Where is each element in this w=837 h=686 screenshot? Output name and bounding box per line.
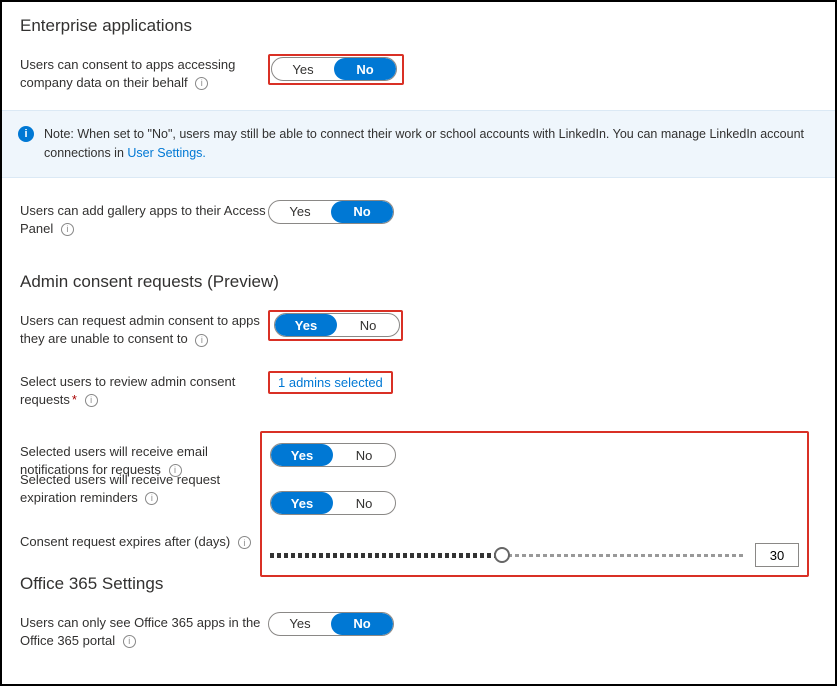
highlight-admins-selected: 1 admins selected	[268, 371, 393, 394]
toggle-o365-apps[interactable]: Yes No	[268, 612, 394, 636]
highlight-request-toggle: Yes No	[268, 310, 403, 341]
toggle-yes[interactable]: Yes	[271, 444, 333, 466]
info-icon[interactable]: i	[123, 635, 136, 648]
section-enterprise-title: Enterprise applications	[20, 16, 817, 36]
highlight-consent-toggle: Yes No	[268, 54, 404, 85]
toggle-yes[interactable]: Yes	[275, 314, 337, 336]
expire-days-slider[interactable]	[270, 547, 743, 563]
toggle-email-notify[interactable]: Yes No	[270, 443, 396, 467]
label-add-gallery: Users can add gallery apps to their Acce…	[20, 200, 268, 238]
admins-selected-link[interactable]: 1 admins selected	[278, 375, 383, 390]
row-add-gallery: Users can add gallery apps to their Acce…	[20, 200, 817, 238]
row-request-admin: Users can request admin consent to apps …	[20, 310, 817, 348]
required-asterisk: *	[72, 392, 77, 407]
label-request-admin: Users can request admin consent to apps …	[20, 310, 268, 348]
expire-days-slider-wrap	[270, 543, 799, 567]
toggle-yes[interactable]: Yes	[272, 58, 334, 80]
highlight-settings-group: Yes No Yes No	[260, 431, 809, 577]
info-icon[interactable]: i	[195, 77, 208, 90]
toggle-consent-apps[interactable]: Yes No	[271, 57, 397, 81]
row-select-reviewers: Select users to review admin consent req…	[20, 371, 817, 409]
label-o365-apps: Users can only see Office 365 apps in th…	[20, 612, 268, 650]
toggle-add-gallery[interactable]: Yes No	[268, 200, 394, 224]
expire-days-input[interactable]	[755, 543, 799, 567]
user-settings-link[interactable]: User Settings.	[127, 146, 206, 160]
toggle-yes[interactable]: Yes	[269, 613, 331, 635]
toggle-request-admin[interactable]: Yes No	[274, 313, 400, 337]
label-expire-remind: Selected users will receive request expi…	[20, 469, 268, 507]
info-icon[interactable]: i	[145, 492, 158, 505]
row-o365-apps: Users can only see Office 365 apps in th…	[20, 612, 817, 650]
toggle-no[interactable]: No	[331, 613, 393, 635]
toggle-no[interactable]: No	[337, 314, 399, 336]
toggle-no[interactable]: No	[333, 444, 395, 466]
label-select-reviewers: Select users to review admin consent req…	[20, 371, 268, 409]
label-expire-days: Consent request expires after (days) i	[20, 531, 268, 551]
info-icon[interactable]: i	[61, 223, 74, 236]
info-icon[interactable]: i	[195, 334, 208, 347]
info-icon[interactable]: i	[238, 536, 251, 549]
toggle-yes[interactable]: Yes	[271, 492, 333, 514]
info-icon[interactable]: i	[85, 394, 98, 407]
toggle-yes[interactable]: Yes	[269, 201, 331, 223]
toggle-expire-remind[interactable]: Yes No	[270, 491, 396, 515]
slider-thumb[interactable]	[494, 547, 510, 563]
toggle-no[interactable]: No	[334, 58, 396, 80]
section-admin-consent-title: Admin consent requests (Preview)	[20, 272, 817, 292]
linkedin-note-callout: i Note: When set to "No", users may stil…	[2, 110, 835, 178]
label-consent-apps: Users can consent to apps accessing comp…	[20, 54, 268, 92]
toggle-no[interactable]: No	[331, 201, 393, 223]
row-consent-apps: Users can consent to apps accessing comp…	[20, 54, 817, 92]
info-badge-icon: i	[18, 126, 34, 142]
toggle-no[interactable]: No	[333, 492, 395, 514]
